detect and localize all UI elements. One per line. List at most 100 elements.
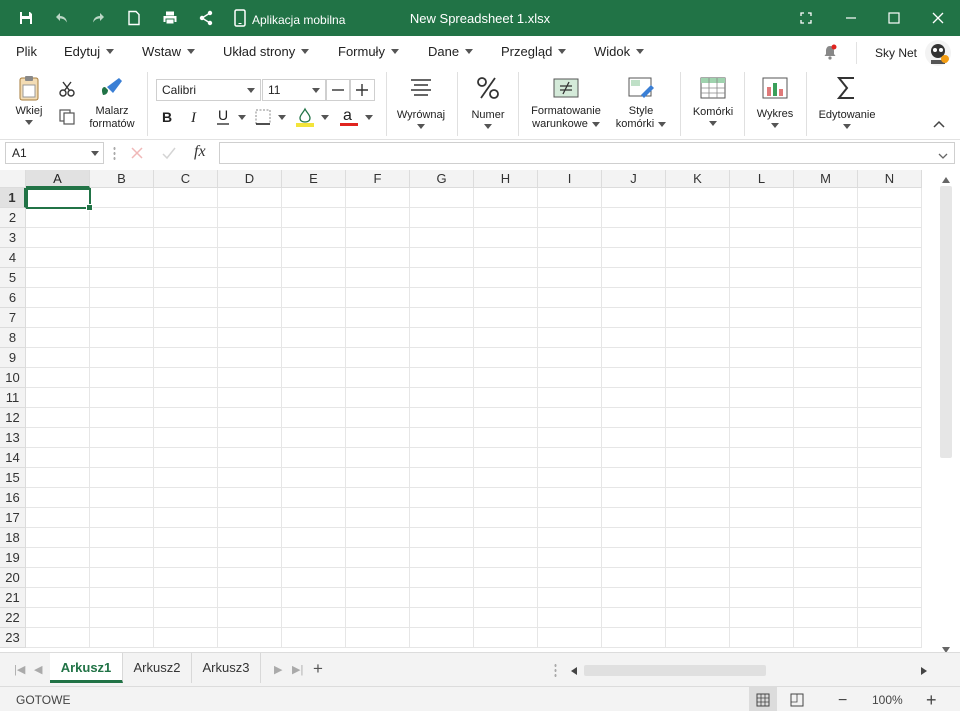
grid-cell[interactable] bbox=[90, 548, 154, 568]
grid-cell[interactable] bbox=[90, 328, 154, 348]
grid-cell[interactable] bbox=[794, 528, 858, 548]
grid-cell[interactable] bbox=[474, 408, 538, 428]
grid-cell[interactable] bbox=[26, 608, 90, 628]
grid-cell[interactable] bbox=[794, 448, 858, 468]
grid-cell[interactable] bbox=[282, 288, 346, 308]
grid-cell[interactable] bbox=[730, 348, 794, 368]
grid-cell[interactable] bbox=[26, 288, 90, 308]
grid-cell[interactable] bbox=[218, 408, 282, 428]
bold-button[interactable]: B bbox=[156, 106, 178, 128]
grid-cell[interactable] bbox=[410, 348, 474, 368]
grid-cell[interactable] bbox=[282, 268, 346, 288]
grid-cell[interactable] bbox=[538, 488, 602, 508]
row-header[interactable]: 15 bbox=[0, 468, 26, 488]
grid-cell[interactable] bbox=[602, 248, 666, 268]
grid-cell[interactable] bbox=[538, 308, 602, 328]
grid-cell[interactable] bbox=[410, 468, 474, 488]
grid-cell[interactable] bbox=[538, 328, 602, 348]
menu-formulas[interactable]: Formuły bbox=[338, 44, 399, 59]
grid-cell[interactable] bbox=[218, 368, 282, 388]
grid-cell[interactable] bbox=[282, 248, 346, 268]
grid-cell[interactable] bbox=[90, 288, 154, 308]
grid-cell[interactable] bbox=[858, 408, 922, 428]
format-painter-button[interactable]: Malarz formatów bbox=[86, 74, 138, 131]
add-sheet-icon[interactable]: + bbox=[313, 659, 323, 679]
cancel-edit-icon[interactable] bbox=[129, 145, 145, 164]
grid-cell[interactable] bbox=[858, 248, 922, 268]
grid-cell[interactable] bbox=[282, 448, 346, 468]
maximize-icon[interactable] bbox=[882, 6, 906, 30]
grid-cell[interactable] bbox=[794, 568, 858, 588]
grid-cell[interactable] bbox=[26, 228, 90, 248]
grid-cell[interactable] bbox=[154, 368, 218, 388]
grid-cell[interactable] bbox=[282, 588, 346, 608]
grid-cell[interactable] bbox=[602, 288, 666, 308]
grid-cell[interactable] bbox=[666, 188, 730, 208]
grid-cell[interactable] bbox=[90, 428, 154, 448]
grid-cell[interactable] bbox=[602, 568, 666, 588]
grid-cell[interactable] bbox=[154, 568, 218, 588]
grid-cell[interactable] bbox=[474, 608, 538, 628]
grid-cell[interactable] bbox=[538, 208, 602, 228]
grid-cell[interactable] bbox=[474, 268, 538, 288]
grid-cell[interactable] bbox=[730, 528, 794, 548]
name-box[interactable]: A1 bbox=[5, 142, 104, 164]
grid-cell[interactable] bbox=[538, 408, 602, 428]
grid-cell[interactable] bbox=[26, 488, 90, 508]
grid-cell[interactable] bbox=[858, 268, 922, 288]
grid-cell[interactable] bbox=[666, 448, 730, 468]
grid-cell[interactable] bbox=[538, 188, 602, 208]
grid-cell[interactable] bbox=[154, 388, 218, 408]
grid-cell[interactable] bbox=[90, 188, 154, 208]
scroll-right-icon[interactable] bbox=[920, 665, 928, 679]
grid-cell[interactable] bbox=[218, 548, 282, 568]
grid-cell[interactable] bbox=[218, 388, 282, 408]
grid-cell[interactable] bbox=[154, 528, 218, 548]
grid-cell[interactable] bbox=[26, 548, 90, 568]
grid-cell[interactable] bbox=[538, 228, 602, 248]
row-header[interactable]: 17 bbox=[0, 508, 26, 528]
grid-cell[interactable] bbox=[218, 188, 282, 208]
grid-cell[interactable] bbox=[154, 288, 218, 308]
grid-cell[interactable] bbox=[474, 228, 538, 248]
grid-cell[interactable] bbox=[410, 448, 474, 468]
grid-cell[interactable] bbox=[474, 568, 538, 588]
grid-cell[interactable] bbox=[666, 208, 730, 228]
grid-cell[interactable] bbox=[90, 228, 154, 248]
grid-cell[interactable] bbox=[666, 588, 730, 608]
zoom-level[interactable]: 100% bbox=[872, 693, 903, 707]
insert-function-button[interactable]: fx bbox=[194, 143, 206, 161]
grid-cell[interactable] bbox=[154, 448, 218, 468]
grid-cell[interactable] bbox=[90, 528, 154, 548]
menu-page-layout[interactable]: Układ strony bbox=[223, 44, 310, 59]
grid-cell[interactable] bbox=[218, 488, 282, 508]
row-header[interactable]: 16 bbox=[0, 488, 26, 508]
column-header[interactable]: G bbox=[410, 170, 474, 188]
conditional-formatting-button[interactable]: Formatowanie warunkowe bbox=[526, 74, 606, 131]
menu-view[interactable]: Widok bbox=[594, 44, 645, 59]
row-header[interactable]: 22 bbox=[0, 608, 26, 628]
grid-cell[interactable] bbox=[410, 188, 474, 208]
grid-cell[interactable] bbox=[218, 468, 282, 488]
grid-cell[interactable] bbox=[346, 328, 410, 348]
grid-cell[interactable] bbox=[858, 368, 922, 388]
grid-cell[interactable] bbox=[346, 208, 410, 228]
grid-cell[interactable] bbox=[218, 348, 282, 368]
grid-cell[interactable] bbox=[730, 628, 794, 648]
next-sheet-icon[interactable]: ▶ bbox=[274, 663, 282, 676]
grid-cell[interactable] bbox=[26, 468, 90, 488]
grid-cell[interactable] bbox=[474, 328, 538, 348]
grid-cell[interactable] bbox=[218, 568, 282, 588]
grid-cell[interactable] bbox=[218, 608, 282, 628]
grid-cell[interactable] bbox=[26, 588, 90, 608]
sheet-tab-3[interactable]: Arkusz3 bbox=[192, 653, 261, 683]
grid-cell[interactable] bbox=[858, 568, 922, 588]
grid-cell[interactable] bbox=[282, 548, 346, 568]
grid-cell[interactable] bbox=[26, 628, 90, 648]
align-button[interactable]: Wyrównaj bbox=[394, 74, 448, 129]
grid-cell[interactable] bbox=[794, 548, 858, 568]
grid-cell[interactable] bbox=[410, 288, 474, 308]
grid-cell[interactable] bbox=[602, 408, 666, 428]
grid-cell[interactable] bbox=[154, 188, 218, 208]
grid-cell[interactable] bbox=[346, 548, 410, 568]
